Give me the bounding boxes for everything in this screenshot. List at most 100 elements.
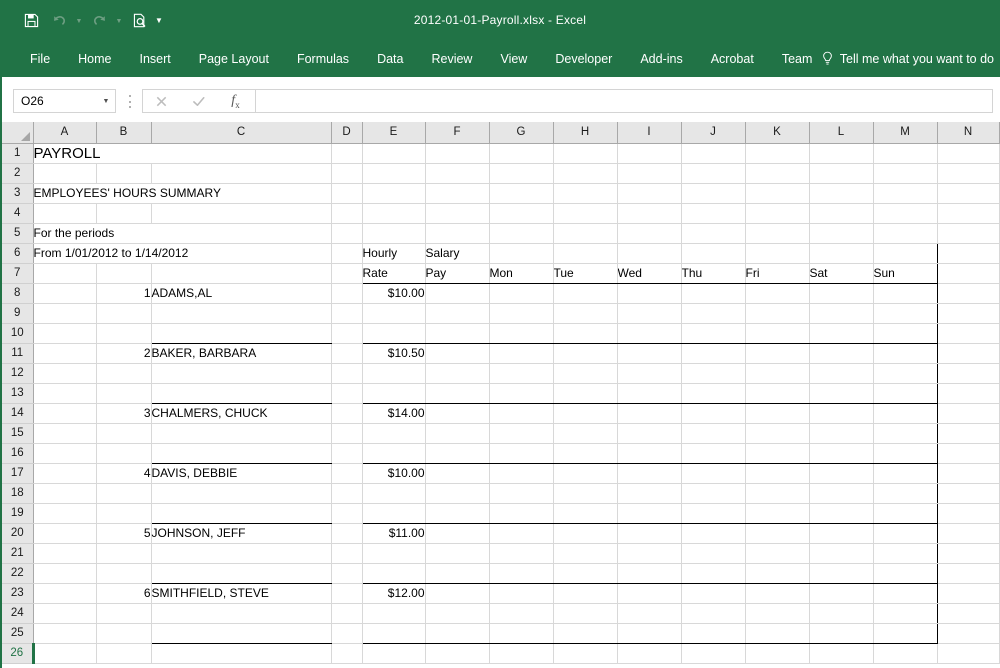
cell-n14[interactable] bbox=[937, 403, 1000, 424]
formula-input[interactable] bbox=[255, 89, 993, 113]
cell-d4[interactable] bbox=[331, 203, 363, 224]
cell-b7[interactable] bbox=[96, 263, 152, 284]
cell-m15[interactable] bbox=[872, 423, 938, 444]
column-header-l[interactable]: L bbox=[809, 122, 874, 144]
cell-j5[interactable] bbox=[681, 223, 746, 244]
tab-team[interactable]: Team bbox=[768, 40, 827, 77]
cell-b23-num[interactable]: 6 bbox=[96, 583, 152, 604]
cell-e22[interactable] bbox=[361, 563, 426, 584]
cell-h22[interactable] bbox=[552, 563, 618, 584]
cell-e26[interactable] bbox=[362, 643, 426, 664]
cell-g21[interactable] bbox=[488, 543, 554, 564]
cell-b2[interactable] bbox=[96, 163, 152, 184]
cell-h20[interactable] bbox=[552, 523, 618, 544]
column-header-e[interactable]: E bbox=[362, 122, 426, 144]
cell-b10[interactable] bbox=[96, 323, 152, 344]
redo-button[interactable] bbox=[86, 8, 112, 32]
cell-i5[interactable] bbox=[617, 223, 682, 244]
cell-b13[interactable] bbox=[96, 383, 152, 404]
cell-d12[interactable] bbox=[331, 363, 363, 384]
row-header-10[interactable]: 10 bbox=[2, 323, 34, 344]
row-header-6[interactable]: 6 bbox=[2, 243, 34, 264]
tab-home[interactable]: Home bbox=[64, 40, 125, 77]
cell-n8[interactable] bbox=[937, 283, 1000, 304]
cell-l5[interactable] bbox=[809, 223, 874, 244]
cell-d17[interactable] bbox=[331, 463, 363, 484]
cell-f6-salary[interactable]: Salary bbox=[424, 242, 490, 264]
cell-d20[interactable] bbox=[331, 523, 363, 544]
cell-e5[interactable] bbox=[362, 223, 426, 244]
cell-b15[interactable] bbox=[96, 423, 152, 444]
cell-m13[interactable] bbox=[872, 383, 938, 404]
cell-j7-thu[interactable]: Thu bbox=[680, 263, 746, 284]
cell-h8[interactable] bbox=[552, 283, 618, 304]
row-header-22[interactable]: 22 bbox=[2, 563, 34, 584]
cell-l11[interactable] bbox=[808, 343, 874, 364]
cell-d13[interactable] bbox=[331, 383, 363, 404]
row-header-13[interactable]: 13 bbox=[2, 383, 34, 404]
cell-j17[interactable] bbox=[680, 463, 746, 484]
cell-h6[interactable] bbox=[552, 242, 618, 264]
cell-l12[interactable] bbox=[808, 363, 874, 384]
cell-b17-num[interactable]: 4 bbox=[96, 463, 152, 484]
cell-b9[interactable] bbox=[96, 303, 152, 324]
cell-c23-name[interactable]: SMITHFIELD, STEVE bbox=[150, 583, 332, 604]
row-header-2[interactable]: 2 bbox=[2, 163, 34, 184]
cell-n19[interactable] bbox=[937, 503, 1000, 524]
cell-g1[interactable] bbox=[489, 143, 554, 164]
cell-i17[interactable] bbox=[616, 463, 682, 484]
cell-g15[interactable] bbox=[488, 423, 554, 444]
cell-j20[interactable] bbox=[680, 523, 746, 544]
cell-l17[interactable] bbox=[808, 463, 874, 484]
cell-l3[interactable] bbox=[809, 183, 874, 204]
cell-i18[interactable] bbox=[616, 483, 682, 504]
cell-g5[interactable] bbox=[489, 223, 554, 244]
cell-l14[interactable] bbox=[808, 403, 874, 424]
cell-c13[interactable] bbox=[150, 383, 332, 404]
cell-m3[interactable] bbox=[873, 183, 938, 204]
column-header-n[interactable]: N bbox=[937, 122, 1000, 144]
cell-k9[interactable] bbox=[744, 303, 810, 324]
cell-a24[interactable] bbox=[33, 603, 97, 624]
cell-h2[interactable] bbox=[553, 163, 618, 184]
cell-a25[interactable] bbox=[33, 623, 97, 644]
cell-k23[interactable] bbox=[744, 583, 810, 604]
cell-a9[interactable] bbox=[33, 303, 97, 324]
cell-g9[interactable] bbox=[488, 303, 554, 324]
cell-m24[interactable] bbox=[872, 603, 938, 624]
cell-g8[interactable] bbox=[488, 283, 554, 304]
cell-e14-rate[interactable]: $14.00 bbox=[361, 403, 426, 424]
cell-d9[interactable] bbox=[331, 303, 363, 324]
row-header-12[interactable]: 12 bbox=[2, 363, 34, 384]
cell-a20[interactable] bbox=[33, 523, 97, 544]
cell-d21[interactable] bbox=[331, 543, 363, 564]
cell-m9[interactable] bbox=[872, 303, 938, 324]
cell-a26[interactable] bbox=[33, 643, 97, 664]
cell-j22[interactable] bbox=[680, 563, 746, 584]
cell-i2[interactable] bbox=[617, 163, 682, 184]
cell-l23[interactable] bbox=[808, 583, 874, 604]
cell-h23[interactable] bbox=[552, 583, 618, 604]
cell-h26[interactable] bbox=[553, 643, 618, 664]
cell-e10[interactable] bbox=[361, 323, 426, 344]
cell-k3[interactable] bbox=[745, 183, 810, 204]
cell-d14[interactable] bbox=[331, 403, 363, 424]
cell-j25[interactable] bbox=[680, 623, 746, 644]
cell-a3[interactable]: EMPLOYEES' HOURS SUMMARY bbox=[33, 183, 332, 204]
column-header-f[interactable]: F bbox=[425, 122, 490, 144]
cell-l10[interactable] bbox=[808, 323, 874, 344]
cell-l26[interactable] bbox=[809, 643, 874, 664]
cell-i1[interactable] bbox=[617, 143, 682, 164]
save-button[interactable] bbox=[18, 8, 44, 32]
cell-f13[interactable] bbox=[424, 383, 490, 404]
cell-h18[interactable] bbox=[552, 483, 618, 504]
cell-k26[interactable] bbox=[745, 643, 810, 664]
cell-e18[interactable] bbox=[361, 483, 426, 504]
column-header-d[interactable]: D bbox=[331, 122, 363, 144]
cell-m11[interactable] bbox=[872, 343, 938, 364]
print-preview-button[interactable] bbox=[126, 8, 152, 32]
tab-insert[interactable]: Insert bbox=[126, 40, 185, 77]
cell-i23[interactable] bbox=[616, 583, 682, 604]
cell-g4[interactable] bbox=[489, 203, 554, 224]
cell-h19[interactable] bbox=[552, 503, 618, 524]
